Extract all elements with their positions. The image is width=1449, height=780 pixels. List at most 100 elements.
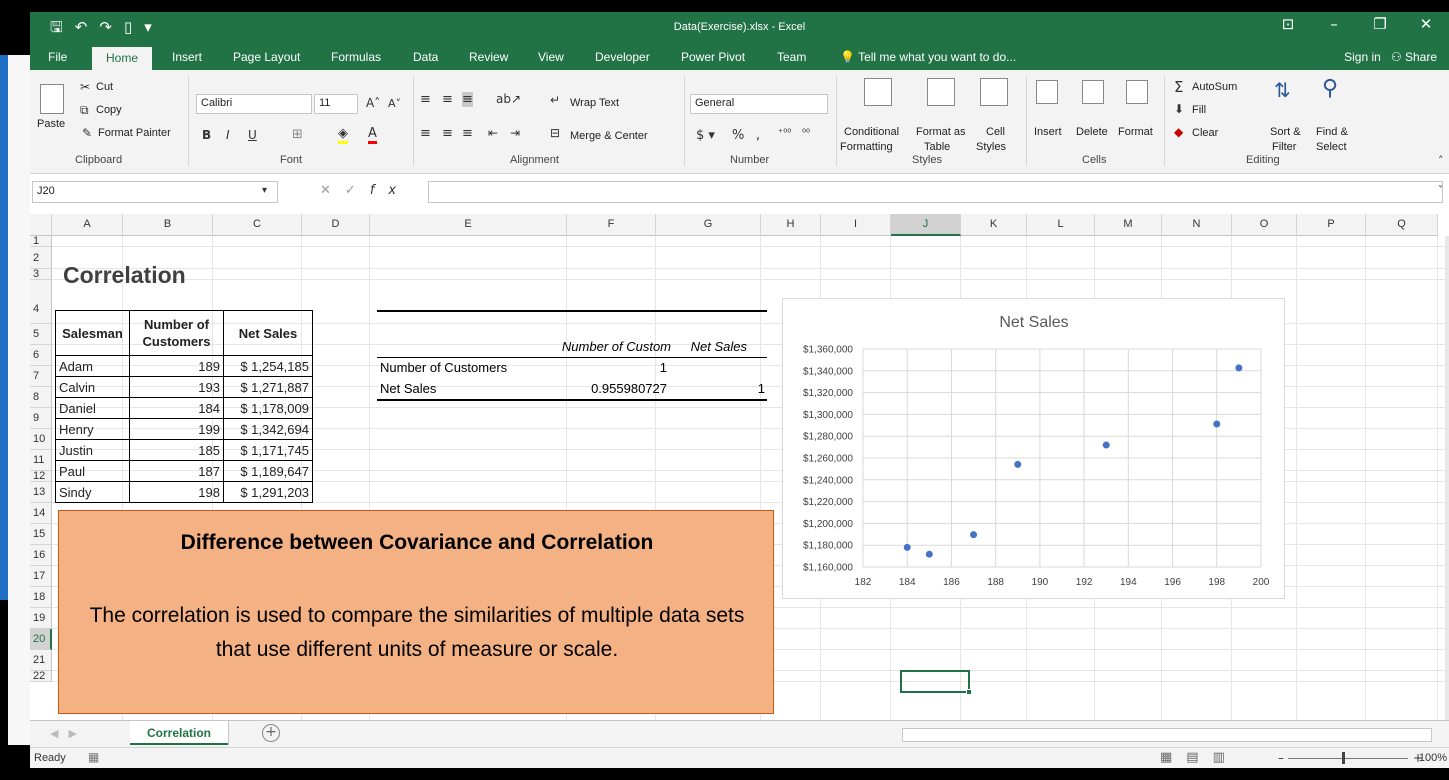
- zoom-out-icon[interactable]: –: [1278, 751, 1284, 765]
- paste-button[interactable]: Paste: [37, 118, 65, 130]
- italic-icon[interactable]: I: [226, 128, 230, 142]
- format-as-label[interactable]: Format as: [916, 126, 966, 138]
- normal-view-icon[interactable]: ▦: [1160, 750, 1186, 765]
- borders-icon[interactable]: ⊞: [292, 127, 303, 142]
- format-cells-button[interactable]: Format: [1118, 126, 1153, 138]
- find-select-icon[interactable]: ⚲: [1322, 76, 1338, 101]
- row-header-3[interactable]: 3: [30, 269, 52, 280]
- customers-cell[interactable]: 187: [129, 460, 224, 482]
- page-layout-view-icon[interactable]: ▤: [1186, 750, 1212, 765]
- column-header-n[interactable]: N: [1162, 214, 1232, 236]
- align-middle-icon[interactable]: ≡: [442, 92, 453, 107]
- column-header-c[interactable]: C: [213, 214, 302, 236]
- add-sheet-icon[interactable]: +: [262, 724, 280, 742]
- net-sales-cell[interactable]: $ 1,178,009: [223, 397, 313, 419]
- row-header-7[interactable]: 7: [30, 366, 52, 387]
- page-break-view-icon[interactable]: ▥: [1213, 750, 1239, 765]
- close-icon[interactable]: ✕: [1403, 15, 1449, 33]
- align-left-icon[interactable]: ≡: [420, 126, 431, 141]
- insert-function-icon[interactable]: fx: [370, 183, 410, 198]
- row-header-15[interactable]: 15: [30, 524, 52, 545]
- cancel-icon[interactable]: ✕: [320, 183, 345, 198]
- select-label[interactable]: Select: [1316, 141, 1347, 153]
- customers-cell[interactable]: 199: [129, 418, 224, 440]
- underline-icon[interactable]: U: [248, 128, 257, 142]
- format-painter-button[interactable]: Format Painter: [98, 127, 171, 139]
- font-size-dropdown[interactable]: 11: [314, 94, 358, 114]
- delete-cells-button[interactable]: Delete: [1076, 126, 1108, 138]
- conditional-formatting-icon[interactable]: [864, 78, 892, 106]
- formula-input[interactable]: [428, 181, 1443, 203]
- salesman-cell[interactable]: Paul: [55, 460, 130, 482]
- salesman-cell[interactable]: Henry: [55, 418, 130, 440]
- expand-formula-icon[interactable]: ˅: [1438, 185, 1443, 196]
- row-header-1[interactable]: 1: [30, 236, 52, 247]
- increase-decimal-icon[interactable]: ⁺⁰⁰: [778, 128, 791, 139]
- orientation-icon[interactable]: ab↗: [496, 92, 521, 106]
- wrap-text-icon[interactable]: ↵: [550, 93, 560, 107]
- column-header-f[interactable]: F: [567, 214, 656, 236]
- column-header-m[interactable]: M: [1095, 214, 1162, 236]
- column-header-b[interactable]: B: [123, 214, 213, 236]
- customers-cell[interactable]: 184: [129, 397, 224, 419]
- column-header-i[interactable]: I: [821, 214, 891, 236]
- row-header-2[interactable]: 2: [30, 247, 52, 269]
- corr-cell-value[interactable]: 0.955980727: [547, 381, 667, 396]
- next-sheet-icon[interactable]: ▶: [68, 727, 86, 740]
- horizontal-scrollbar[interactable]: [902, 728, 1432, 742]
- macro-record-icon[interactable]: ▦: [88, 750, 99, 764]
- zoom-slider[interactable]: [1288, 758, 1408, 759]
- tab-page-layout[interactable]: Page Layout: [233, 50, 300, 64]
- salesman-cell[interactable]: Adam: [55, 355, 130, 377]
- conditional-label[interactable]: Conditional: [844, 126, 899, 138]
- formatting-label[interactable]: Formatting: [840, 141, 893, 153]
- delete-cells-icon[interactable]: [1082, 80, 1104, 104]
- name-box[interactable]: J20: [32, 181, 278, 203]
- customers-cell[interactable]: 193: [129, 376, 224, 398]
- row-header-12[interactable]: 12: [30, 471, 52, 482]
- salesman-header[interactable]: Salesman: [55, 310, 130, 356]
- paste-icon[interactable]: [40, 84, 64, 114]
- row-header-10[interactable]: 10: [30, 429, 52, 450]
- shrink-font-icon[interactable]: A˅: [388, 97, 401, 110]
- salesman-cell[interactable]: Calvin: [55, 376, 130, 398]
- row-header-14[interactable]: 14: [30, 503, 52, 524]
- sort-filter-icon[interactable]: ⇅: [1274, 78, 1291, 102]
- corr-row-label[interactable]: Number of Customers: [380, 360, 507, 375]
- bold-icon[interactable]: B: [202, 128, 211, 142]
- net-sales-cell[interactable]: $ 1,271,887: [223, 376, 313, 398]
- customers-cell[interactable]: 198: [129, 481, 224, 503]
- net-sales-cell[interactable]: $ 1,342,694: [223, 418, 313, 440]
- customers-cell[interactable]: 189: [129, 355, 224, 377]
- align-top-icon[interactable]: ≡: [420, 92, 431, 107]
- salesman-cell[interactable]: Sindy: [55, 481, 130, 503]
- find-label[interactable]: Find &: [1316, 126, 1348, 138]
- column-header-k[interactable]: K: [961, 214, 1027, 236]
- format-cells-icon[interactable]: [1126, 80, 1148, 104]
- comma-icon[interactable]: ,: [756, 128, 760, 143]
- corr-cell-value[interactable]: 1: [677, 381, 765, 396]
- cell-label[interactable]: Cell: [986, 126, 1005, 138]
- column-header-h[interactable]: H: [761, 214, 821, 236]
- net-sales-header[interactable]: Net Sales: [223, 310, 313, 356]
- row-header-13[interactable]: 13: [30, 482, 52, 503]
- table-label[interactable]: Table: [924, 141, 950, 153]
- corr-cell-value[interactable]: 1: [547, 360, 667, 375]
- share-button[interactable]: Share: [1405, 50, 1437, 64]
- tab-review[interactable]: Review: [469, 50, 508, 64]
- align-right-icon[interactable]: ≡: [462, 126, 473, 141]
- autosum-icon[interactable]: Σ: [1174, 78, 1183, 96]
- grow-font-icon[interactable]: A˄: [366, 96, 380, 110]
- number-format-dropdown[interactable]: General: [690, 94, 828, 114]
- fill-icon[interactable]: ⬇: [1174, 102, 1184, 116]
- tab-insert[interactable]: Insert: [172, 50, 202, 64]
- format-as-table-icon[interactable]: [927, 78, 955, 106]
- wrap-text-button[interactable]: Wrap Text: [570, 97, 619, 109]
- row-header-22[interactable]: 22: [30, 671, 52, 682]
- row-header-5[interactable]: 5: [30, 324, 52, 345]
- merge-center-button[interactable]: Merge & Center: [570, 130, 648, 142]
- prev-sheet-icon[interactable]: ◀: [50, 727, 68, 740]
- format-painter-icon[interactable]: ✎: [82, 126, 92, 140]
- net-sales-cell[interactable]: $ 1,171,745: [223, 439, 313, 461]
- copy-icon[interactable]: ⧉: [80, 103, 89, 118]
